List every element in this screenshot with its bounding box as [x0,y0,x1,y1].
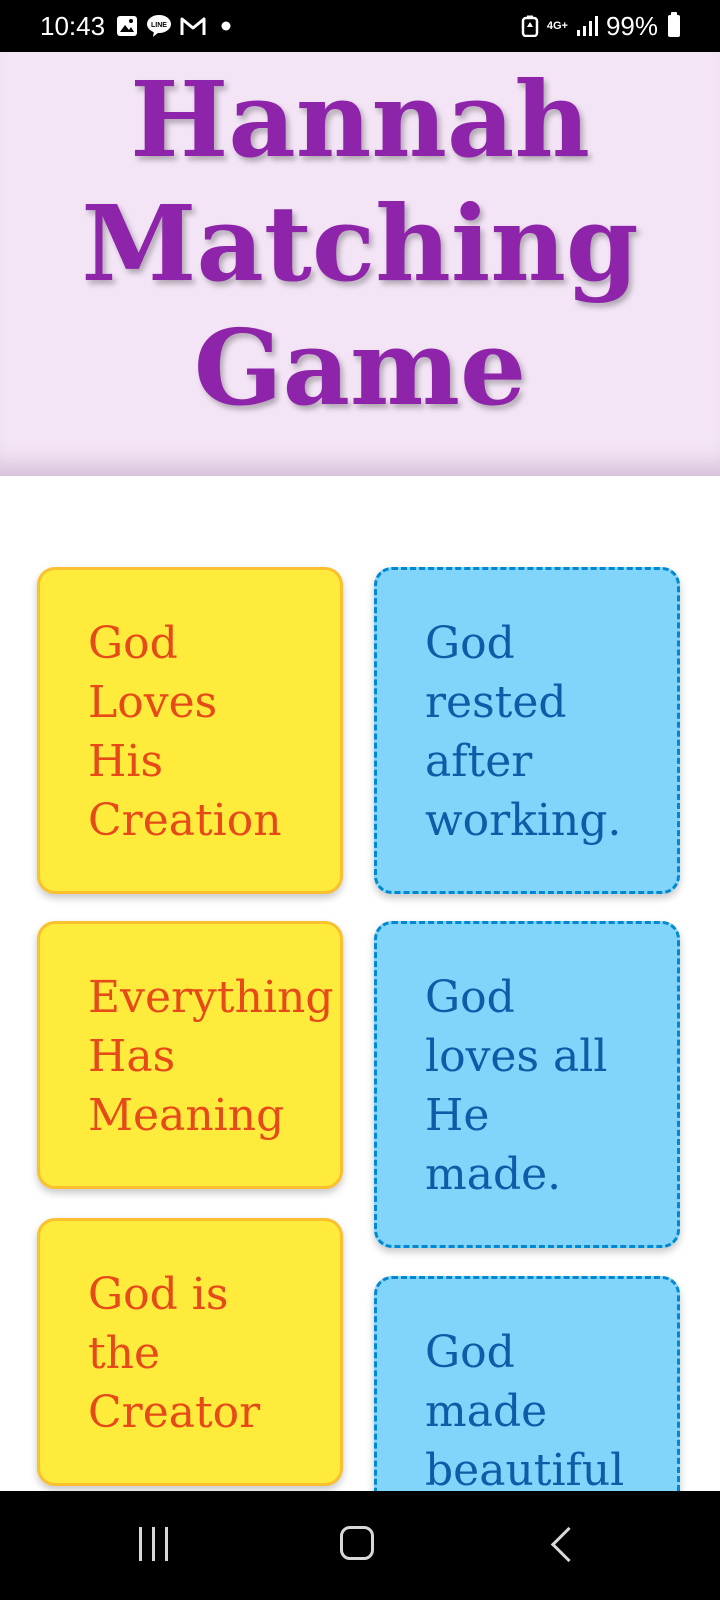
gallery-icon [117,16,137,36]
navigation-bar [0,1491,720,1600]
status-time: 10:43 [40,11,106,41]
card-text: God Loves His Creation [88,618,282,846]
battery-icon [668,12,680,37]
gmail-icon [180,17,206,35]
network-type: 4G+ [546,19,568,32]
status-right: 4G+ 99% [521,10,680,42]
card-right-2[interactable]: God loves all He made. [374,921,680,1248]
line-icon: LINE [147,15,171,37]
card-text: God loves all He made. [425,972,608,1200]
notification-icons: LINE [116,12,232,40]
card-right-3[interactable]: God made beautiful [374,1276,680,1491]
dot-icon [221,21,231,31]
card-left-2[interactable]: Everything Has Meaning [37,921,343,1189]
cards-area: God Loves His Creation Everything Has Me… [0,476,720,1491]
card-text: God is the Creator [88,1269,261,1438]
card-text: God made beautiful [425,1327,625,1491]
card-text: Everything Has Meaning [88,972,334,1141]
card-right-1[interactable]: God rested after working. [374,567,680,894]
svg-text:LINE: LINE [151,22,167,29]
header: Hannah Matching Game [0,52,720,476]
status-bar: 10:43 LINE 4G+ 99% [0,0,720,52]
signal-icon [576,16,598,36]
card-text: God rested after working. [425,618,622,846]
home-icon[interactable] [340,1526,374,1560]
card-left-3[interactable]: God is the Creator [37,1218,343,1486]
card-left-1[interactable]: God Loves His Creation [37,567,343,894]
recents-icon[interactable] [139,1527,168,1561]
battery-percent: 99% [605,10,658,41]
battery-saver-icon [521,15,539,37]
back-icon[interactable] [550,1526,587,1563]
page-title: Hannah Matching Game [81,58,639,429]
